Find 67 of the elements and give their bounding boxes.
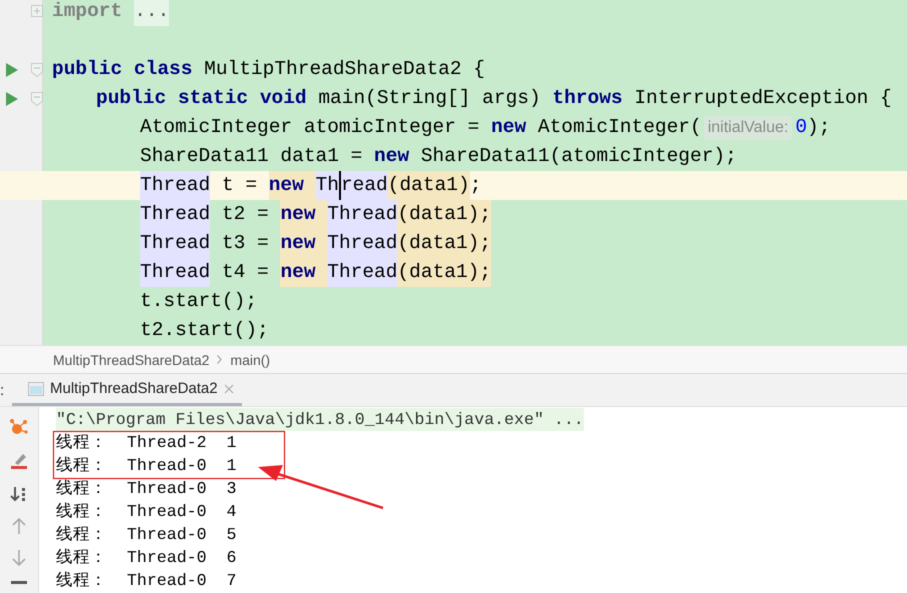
sort-icon[interactable] [10, 485, 28, 503]
run-icon[interactable] [6, 92, 18, 106]
code-text: t4 = [220, 260, 270, 285]
expand-icon[interactable] [31, 4, 43, 18]
code-keyword: throws [552, 86, 624, 111]
code-keyword: new [280, 200, 328, 229]
code-text: MultipThreadShareData2 { [204, 57, 485, 82]
code-text: ; [470, 173, 482, 198]
code-keyword: new [374, 144, 410, 169]
code-text: AtomicInteger atomicInteger = [140, 115, 480, 140]
code-text: (data1); [397, 200, 492, 229]
code-text: t3 = [220, 231, 270, 256]
minus-icon[interactable] [11, 581, 27, 585]
code-keyword: new [268, 171, 316, 200]
up-arrow-icon[interactable] [11, 517, 27, 535]
clear-icon[interactable] [9, 451, 29, 471]
output-line: 线程： Thread-0 6 [56, 547, 236, 569]
code-text: Thread [327, 258, 398, 287]
window-icon [28, 382, 44, 396]
collapse-icon[interactable] [31, 92, 43, 106]
code-text: t2.start(); [140, 318, 269, 343]
panel-label: : [0, 382, 6, 398]
code-text: Thread [327, 229, 398, 258]
parameter-hint: initialValue: [704, 116, 792, 140]
down-arrow-icon[interactable] [11, 549, 27, 567]
code-text: Thread [140, 200, 210, 229]
code-text: Thread [327, 200, 398, 229]
code-text: Th [316, 171, 339, 200]
code-text: (data1); [397, 229, 492, 258]
code-text: t.start(); [140, 289, 258, 314]
tab-title: MultipThreadShareData2 [50, 380, 218, 397]
collapse-icon[interactable] [31, 62, 43, 76]
code-number: 0 [795, 115, 808, 140]
output-line: 线程： Thread-0 3 [56, 478, 236, 500]
code-keyword: public static void [96, 86, 308, 111]
code-keyword: new [280, 258, 328, 287]
code-text: Thread [140, 171, 210, 200]
code-text: Thread [140, 258, 210, 287]
output-line: 线程： Thread-0 4 [56, 501, 236, 523]
code-text: ); [807, 115, 830, 140]
run-icon[interactable] [6, 62, 18, 76]
output-line: 线程： Thread-0 1 [56, 455, 236, 477]
code-text: ShareData11(atomicInteger); [420, 144, 737, 169]
code-keyword: new [280, 229, 328, 258]
code-keyword: public class [52, 57, 194, 82]
code-text: AtomicInteger( [538, 115, 702, 140]
output-line: 线程： Thread-0 7 [56, 570, 236, 592]
code-text: t2 = [220, 202, 270, 227]
chevron-icon [217, 355, 222, 364]
code-keyword: import [52, 0, 122, 24]
nodes-icon[interactable] [9, 417, 29, 437]
output-line: 线程： Thread-2 1 [56, 432, 236, 454]
fold-placeholder[interactable]: ... [134, 0, 170, 26]
breadcrumb[interactable]: MultipThreadShareData2 [53, 352, 210, 368]
code-text: main(String[] args) [318, 86, 542, 111]
code-editor[interactable] [0, 0, 907, 345]
breadcrumb[interactable]: main() [230, 352, 270, 368]
code-text: read [338, 171, 388, 200]
code-text: ShareData11 data1 = [140, 144, 364, 169]
code-keyword: new [491, 115, 528, 140]
code-text: t = [220, 173, 258, 198]
output-line: 线程： Thread-0 5 [56, 524, 236, 546]
code-text: Thread [140, 229, 210, 258]
code-text: (data1); [397, 258, 492, 287]
code-text: InterruptedException { [634, 86, 892, 111]
code-text: (data1) [388, 171, 470, 200]
close-icon[interactable] [224, 384, 234, 394]
